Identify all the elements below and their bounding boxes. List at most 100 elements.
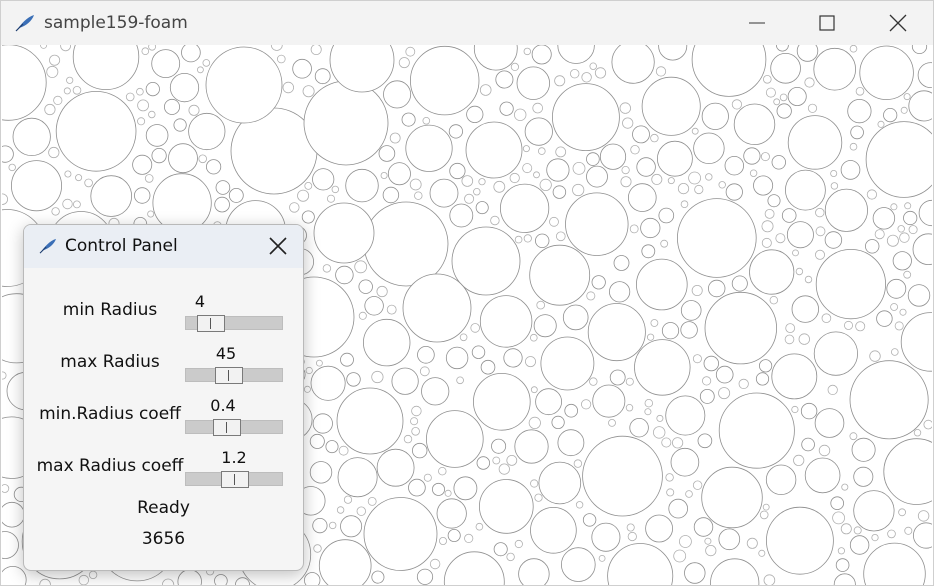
foam-bubble: [125, 92, 135, 102]
foam-bubble: [301, 210, 315, 224]
foam-bubble: [694, 184, 704, 195]
foam-bubble: [516, 66, 550, 100]
foam-bubble: [386, 304, 397, 315]
foam-bubble: [657, 140, 693, 177]
foam-bubble: [718, 181, 726, 189]
foam-bubble: [798, 333, 811, 345]
foam-bubble: [718, 528, 741, 551]
foam-bubble: [671, 437, 684, 449]
title-bar[interactable]: sample159-foam: [1, 1, 933, 45]
maximize-button[interactable]: [804, 1, 850, 45]
foam-bubble: [625, 404, 634, 412]
minimize-button[interactable]: [734, 1, 780, 45]
foam-bubble: [830, 170, 838, 178]
foam-bubble: [318, 539, 372, 585]
foam-bubble: [557, 429, 585, 457]
foam-bubble: [693, 517, 714, 537]
close-icon: [889, 14, 907, 32]
foam-bubble: [297, 189, 310, 202]
foam-bubble: [447, 528, 461, 542]
min-radius-slider-thumb[interactable]: [197, 315, 225, 332]
foam-bubble: [173, 118, 187, 132]
foam-bubble: [753, 175, 774, 196]
foam-bubble: [899, 308, 907, 316]
control-panel-close-button[interactable]: [261, 229, 295, 263]
foam-bubble: [759, 510, 769, 520]
foam-bubble: [908, 225, 918, 235]
max-radius-slider-thumb[interactable]: [215, 367, 243, 384]
foam-bubble: [383, 80, 412, 109]
foam-bubble: [443, 551, 505, 585]
foam-bubble: [813, 331, 859, 376]
foam-bubble: [785, 169, 826, 211]
foam-bubble: [198, 154, 208, 164]
max-radius-coeff-slider[interactable]: [185, 471, 283, 488]
foam-bubble: [813, 47, 856, 91]
foam-bubble: [535, 388, 562, 416]
foam-bubble: [765, 464, 797, 496]
foam-bubble: [523, 47, 531, 56]
foam-bubble: [214, 196, 230, 213]
foam-bubble: [136, 87, 144, 96]
foam-bubble: [62, 198, 73, 210]
foam-bubble: [676, 198, 757, 278]
foam-bubble: [312, 168, 335, 191]
foam-bubble: [305, 366, 313, 375]
foam-bubble: [202, 59, 211, 67]
foam-bubble: [312, 517, 328, 534]
foam-bubble: [876, 310, 893, 327]
foam-bubble: [338, 445, 349, 456]
close-button[interactable]: [875, 1, 921, 45]
foam-bubble: [562, 304, 589, 331]
foam-bubble: [611, 45, 655, 84]
min-radius-coeff-slider-thumb[interactable]: [213, 419, 241, 436]
foam-bubble: [464, 533, 474, 543]
foam-bubble: [793, 454, 805, 466]
foam-bubble: [476, 456, 491, 470]
foam-bubble: [346, 372, 361, 387]
foam-bubble: [196, 66, 204, 74]
foam-bubble: [2, 501, 25, 528]
foam-bubble: [148, 45, 156, 51]
foam-bubble: [314, 68, 331, 85]
foam-bubble: [438, 536, 447, 545]
foam-bubble: [53, 95, 63, 106]
foam-bubble: [781, 208, 797, 223]
foam-bubble: [580, 399, 592, 410]
foam-bubble: [776, 103, 792, 119]
control-panel-titlebar[interactable]: Control Panel: [24, 225, 303, 268]
foam-bubble: [303, 385, 311, 393]
foam-bubble: [331, 185, 339, 194]
max-radius-slider[interactable]: [185, 367, 283, 384]
min-radius-coeff-slider[interactable]: [185, 419, 283, 436]
foam-bubble: [665, 395, 706, 436]
foam-bubble: [903, 270, 912, 279]
foam-bubble: [343, 495, 353, 504]
foam-bubble: [88, 570, 98, 580]
foam-bubble: [549, 216, 559, 227]
foam-bubble: [289, 202, 300, 213]
foam-bubble: [214, 574, 228, 585]
foam-bubble: [402, 273, 472, 343]
min-radius-slider[interactable]: [185, 315, 283, 332]
foam-bubble: [592, 384, 626, 418]
foam-bubble: [528, 416, 541, 429]
foam-bubble: [621, 166, 630, 175]
foam-bubble: [145, 124, 169, 147]
foam-bubble: [688, 171, 701, 185]
foam-bubble: [677, 183, 690, 195]
foam-bubble: [646, 333, 655, 341]
max-radius-coeff-slider-thumb[interactable]: [221, 471, 249, 488]
foam-bubble: [2, 566, 27, 585]
feather-icon: [39, 238, 56, 254]
foam-bubble: [832, 511, 845, 525]
foam-bubble: [634, 339, 691, 396]
foam-bubble: [575, 501, 584, 509]
foam-bubble: [840, 160, 861, 180]
foam-bubble: [535, 233, 550, 249]
control-panel: Control Panel min Radius 4 max Radius 45…: [23, 224, 304, 571]
foam-bubble: [684, 562, 706, 584]
foam-bubble: [310, 45, 322, 55]
foam-bubble: [691, 45, 767, 97]
foam-bubble: [917, 510, 930, 522]
